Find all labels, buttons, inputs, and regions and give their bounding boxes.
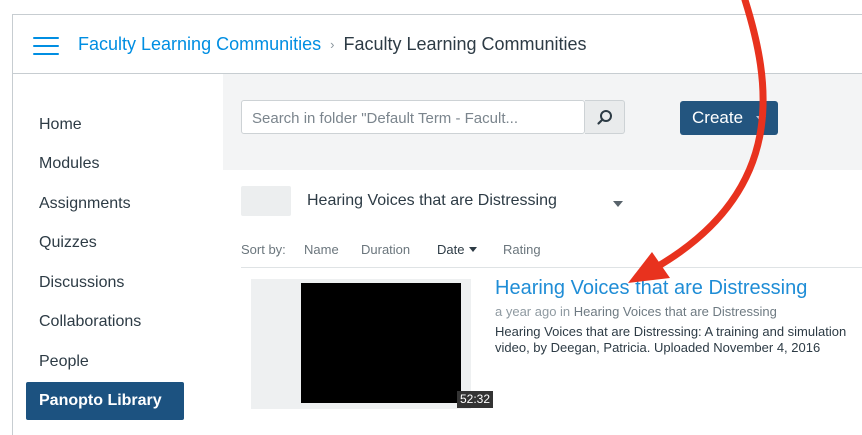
hamburger-icon[interactable] — [33, 37, 59, 55]
nav-panopto-library[interactable]: Panopto Library — [26, 382, 184, 420]
session-description-line-1: Hearing Voices that are Distressing: A t… — [495, 324, 847, 339]
session-thumbnail[interactable] — [301, 283, 461, 403]
folder-thumbnail — [241, 186, 291, 216]
nav-discussions[interactable]: Discussions — [39, 274, 124, 292]
app-window: Faculty Learning Communities › Faculty Lea… — [12, 14, 862, 435]
divider — [241, 267, 862, 268]
duration-badge: 52:32 — [457, 391, 494, 408]
session-title[interactable]: Hearing Voices that are Distressing — [495, 277, 807, 300]
session-meta: a year ago in Hearing Voices that are Di… — [495, 304, 777, 319]
session-age: a year ago in — [495, 304, 574, 319]
create-button-label: Create — [692, 108, 744, 127]
folder-name: Hearing Voices that are Distressing — [307, 192, 557, 209]
sort-prefix: Sort by: — [241, 242, 286, 257]
sort-duration[interactable]: Duration — [361, 242, 410, 257]
chevron-down-icon — [756, 116, 766, 122]
panopto-toolbar: Create — [223, 74, 862, 170]
nav-collaborations[interactable]: Collaborations — [39, 313, 141, 331]
session-description-line-2: video, by Deegan, Patricia. Uploaded Nov… — [495, 340, 821, 355]
nav-modules[interactable]: Modules — [39, 155, 99, 173]
session-item: 52:32 Hearing Voices that are Distressin… — [223, 269, 862, 419]
sort-date[interactable]: Date — [437, 242, 478, 257]
folder-selector[interactable]: Hearing Voices that are Distressing — [223, 170, 862, 230]
thumbnail-frame: 52:32 — [251, 279, 494, 409]
nav-people[interactable]: People — [39, 353, 89, 371]
search-box — [241, 100, 585, 134]
breadcrumb: Faculty Learning Communities › Faculty Lea… — [78, 34, 587, 55]
breadcrumb-link[interactable]: Faculty Learning Communities — [78, 34, 321, 54]
course-nav: Home Modules Assignments Quizzes Discuss… — [13, 74, 223, 435]
search-button[interactable] — [585, 100, 625, 134]
nav-quizzes[interactable]: Quizzes — [39, 234, 97, 252]
breadcrumb-current: Faculty Learning Communities — [343, 34, 587, 54]
sort-bar: Sort by: Name Duration Date Rating — [223, 232, 862, 266]
nav-assignments[interactable]: Assignments — [39, 195, 131, 213]
sort-rating[interactable]: Rating — [503, 242, 541, 257]
nav-home[interactable]: Home — [39, 116, 82, 134]
sort-date-label: Date — [437, 242, 465, 257]
create-button[interactable]: Create — [680, 101, 778, 135]
breadcrumb-separator: › — [330, 37, 335, 52]
search-icon — [597, 110, 612, 125]
search-input[interactable] — [250, 107, 554, 129]
folder-dropdown-icon[interactable] — [613, 201, 623, 207]
panopto-panel: Create Hearing Voices that are Distressi… — [223, 74, 862, 435]
session-description: Hearing Voices that are Distressing: A t… — [495, 324, 862, 356]
sort-name[interactable]: Name — [304, 242, 339, 257]
top-bar: Faculty Learning Communities › Faculty Lea… — [13, 15, 862, 74]
session-folder-link[interactable]: Hearing Voices that are Distressing — [574, 304, 777, 319]
sort-desc-icon — [469, 247, 478, 252]
